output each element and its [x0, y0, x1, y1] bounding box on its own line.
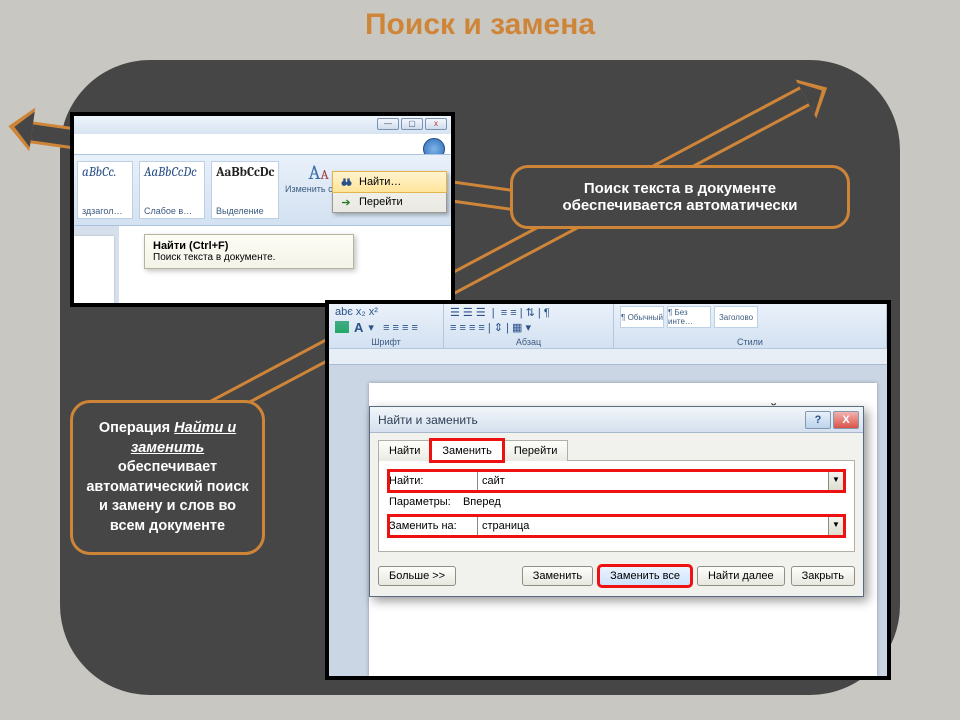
tooltip-title: Найти (Ctrl+F) — [153, 240, 228, 252]
replace-button[interactable]: Заменить — [522, 566, 593, 586]
ribbon-group-styles: ¶ Обычный ¶ Без инте… Заголово Стили — [614, 304, 887, 348]
dialog-title: Найти и заменить — [378, 413, 805, 427]
callout-find-replace: Операция Найти и заменить обеспечивает а… — [70, 400, 265, 555]
params-value: Вперед — [463, 496, 501, 508]
style-gallery-item[interactable]: AaBbCcDc Выделение — [211, 161, 279, 219]
callout-text: Операция — [99, 420, 174, 436]
find-next-button[interactable]: Найти далее — [697, 566, 785, 586]
find-combobox[interactable]: ▼ — [477, 471, 844, 491]
find-input[interactable] — [477, 471, 828, 491]
ribbon-group-label: Шрифт — [335, 336, 437, 347]
screenshot-ribbon-find: — ▢ x aBbCc. здзагол… AaBbCcDc Слабое в…… — [70, 112, 455, 307]
tab-find[interactable]: Найти — [378, 440, 431, 461]
dropdown-icon[interactable]: ▼ — [828, 471, 844, 491]
menu-item-find[interactable]: Найти… — [332, 171, 447, 193]
style-gallery-item[interactable]: aBbCc. здзагол… — [77, 161, 133, 219]
goto-arrow-icon: ➔ — [339, 195, 353, 209]
dropdown-icon[interactable]: ▼ — [828, 516, 844, 536]
style-sample: AaBbCcDc — [144, 165, 200, 180]
menu-item-goto[interactable]: ➔ Перейти — [333, 192, 446, 212]
slide-title: Поиск и замена — [0, 8, 960, 42]
tab-replace[interactable]: Заменить — [431, 440, 502, 461]
window-close-button[interactable]: x — [425, 118, 447, 130]
screenshot-find-replace-dialog: abє x₂ x² A ▾ ≡ ≡ ≡ ≡ Шрифт ☰ ☰ ☰ | ≡ ≡ … — [325, 300, 891, 680]
replace-combobox[interactable]: ▼ — [477, 516, 844, 536]
replace-input[interactable] — [477, 516, 828, 536]
ribbon-group-label: Абзац — [450, 336, 607, 347]
dialog-titlebar[interactable]: Найти и заменить ? X — [370, 407, 863, 433]
style-item[interactable]: Заголово — [714, 306, 758, 328]
window-titlebar: — ▢ x — [74, 116, 451, 134]
menu-item-label: Найти… — [359, 176, 401, 188]
more-button[interactable]: Больше >> — [378, 566, 456, 586]
find-replace-dialog: Найти и заменить ? X Найти Заменить Пере… — [369, 406, 864, 597]
ribbon: abє x₂ x² A ▾ ≡ ≡ ≡ ≡ Шрифт ☰ ☰ ☰ | ≡ ≡ … — [329, 304, 887, 349]
ruler[interactable] — [329, 349, 887, 365]
dialog-tabpane: Найти: ▼ Параметры: Вперед Заменить на: … — [378, 460, 855, 552]
window-maximize-button[interactable]: ▢ — [401, 118, 423, 130]
tab-goto[interactable]: Перейти — [503, 440, 569, 461]
params-label: Параметры: — [389, 496, 451, 508]
find-label: Найти: — [389, 475, 471, 487]
tooltip-body: Поиск текста в документе. — [153, 252, 275, 263]
close-button[interactable]: Закрыть — [791, 566, 855, 586]
replace-label: Заменить на: — [389, 520, 471, 532]
style-label: Слабое в… — [144, 206, 200, 216]
replace-row: Заменить на: ▼ — [389, 516, 844, 536]
editing-dropdown-menu: Найти… ➔ Перейти — [332, 171, 447, 213]
document-area — [74, 226, 119, 303]
find-row: Найти: ▼ — [389, 471, 844, 491]
dialog-button-row: Больше >> Заменить Заменить все Найти да… — [370, 562, 863, 596]
style-label: Выделение — [216, 206, 274, 216]
dialog-help-button[interactable]: ? — [805, 411, 831, 429]
style-item[interactable]: ¶ Без инте… — [667, 306, 711, 328]
dialog-tabstrip: Найти Заменить Перейти — [370, 433, 863, 460]
style-label: здзагол… — [82, 206, 128, 216]
ribbon-group-paragraph: ☰ ☰ ☰ | ≡ ≡ | ⇅ | ¶ ≡ ≡ ≡ ≡ | ⇕ | ▦ ▾ Аб… — [444, 304, 614, 348]
highlight-icon[interactable] — [335, 321, 349, 333]
style-item[interactable]: ¶ Обычный — [620, 306, 664, 328]
ribbon-group-label: Стили — [620, 336, 880, 347]
window-minimize-button[interactable]: — — [377, 118, 399, 130]
replace-all-button[interactable]: Заменить все — [599, 566, 691, 586]
style-sample: aBbCc. — [82, 165, 128, 180]
dialog-close-button[interactable]: X — [833, 411, 859, 429]
callout-find-auto: Поиск текста в документе обеспечивается … — [510, 165, 850, 229]
ribbon-group-font: abє x₂ x² A ▾ ≡ ≡ ≡ ≡ Шрифт — [329, 304, 444, 348]
style-sample: AaBbCcDc — [216, 165, 274, 180]
menu-item-label: Перейти — [359, 196, 403, 208]
font-buttons[interactable]: abє x₂ x² — [335, 306, 437, 318]
style-gallery-item[interactable]: AaBbCcDc Слабое в… — [139, 161, 205, 219]
search-params: Параметры: Вперед — [389, 496, 844, 508]
binoculars-icon — [339, 175, 353, 189]
tooltip-find: Найти (Ctrl+F) Поиск текста в документе. — [144, 234, 354, 269]
callout-text: обеспечивает автоматический поиск и заме… — [86, 459, 248, 534]
